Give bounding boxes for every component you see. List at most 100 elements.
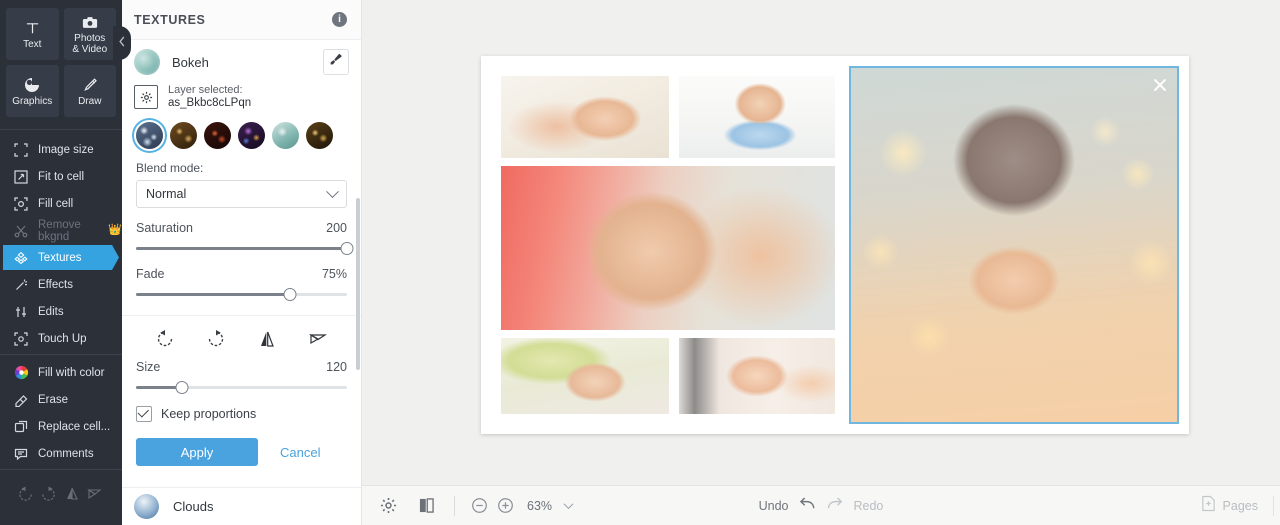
pages-group[interactable]: Pages (1201, 495, 1258, 517)
fade-header: Fade 75% (136, 267, 347, 281)
checkmark-icon (137, 406, 149, 418)
collapse-sidebar-button[interactable] (113, 26, 131, 60)
bokeh-red-swatch[interactable] (204, 122, 231, 149)
flip-vertical-icon[interactable] (64, 486, 82, 504)
sidebar-item-touch-up[interactable]: Touch Up (0, 325, 122, 352)
sidebar-item-fill-with-color[interactable]: Fill with color (0, 359, 122, 386)
sidebar-item-erase[interactable]: Erase (0, 386, 122, 413)
chevron-down-icon[interactable] (563, 499, 574, 510)
keep-proportions-label: Keep proportions (161, 407, 257, 421)
saturation-slider[interactable] (136, 241, 354, 255)
collage-cell-baby-green-towel[interactable] (501, 338, 669, 414)
collage-cell-baby-on-white[interactable] (501, 76, 669, 158)
flip-vertical-icon[interactable] (307, 328, 329, 350)
apply-button[interactable]: Apply (136, 438, 258, 466)
texture-thumbnail[interactable] (134, 49, 160, 75)
flip-horizontal-icon[interactable] (256, 328, 278, 350)
saturation-knob[interactable] (340, 242, 354, 255)
photo-editor-app: Text Photos & Video Graphics Draw Image … (0, 0, 1280, 525)
gear-icon[interactable] (378, 496, 398, 516)
undo-icon[interactable] (17, 486, 35, 504)
bokeh-violet-swatch[interactable] (238, 122, 265, 149)
add-page-icon[interactable] (1201, 495, 1216, 517)
page-title: TEXTURES (134, 12, 206, 27)
blend-mode-select[interactable]: Normal (136, 180, 347, 208)
graphics-icon (24, 76, 40, 95)
fade-knob[interactable] (283, 288, 297, 301)
sidebar-item-comments[interactable]: Comments (0, 440, 122, 467)
photo-baby-on-white (501, 76, 669, 158)
collage-cell-baby-knit-hat-selected[interactable] (849, 66, 1179, 424)
rail-tile-photos-video[interactable]: Photos & Video (63, 8, 116, 60)
close-icon[interactable] (1151, 76, 1169, 94)
photo-baby-blue-onesie (679, 76, 835, 158)
compare-panels-icon[interactable] (416, 496, 436, 516)
brush-button[interactable] (323, 49, 349, 75)
panel-action-row: Apply Cancel (122, 422, 361, 466)
photo-baby-pink-blanket (501, 166, 835, 330)
saturation-track-fill (136, 247, 347, 250)
saturation-label: Saturation (136, 221, 193, 235)
bokeh-teal-swatch[interactable] (272, 122, 299, 149)
bokeh-blue-swatch[interactable] (136, 122, 163, 149)
color-wheel-icon (13, 365, 29, 381)
sidebar-item-textures-label: Textures (38, 251, 82, 264)
zoom-out-icon[interactable] (471, 497, 488, 514)
zoom-controls: 63% (471, 497, 574, 514)
rotate-right-icon[interactable] (205, 328, 227, 350)
undo-label[interactable]: Undo (759, 499, 789, 513)
cancel-button[interactable]: Cancel (280, 445, 320, 460)
fit-to-cell-icon (13, 169, 29, 185)
redo-icon[interactable] (40, 486, 58, 504)
keep-proportions-checkbox[interactable] (136, 406, 152, 422)
sidebar-item-effects[interactable]: Effects (0, 271, 122, 298)
textures-panel: TEXTURES i Bokeh Layer selected: as_Bkbc… (122, 0, 362, 525)
collage-cell-baby-pink-blanket[interactable] (501, 166, 835, 330)
texture-clouds-row[interactable]: Clouds (122, 487, 361, 525)
sidebar-item-fit-to-cell[interactable]: Fit to cell (0, 163, 122, 190)
sidebar-item-effects-label: Effects (38, 278, 73, 291)
sidebar-item-remove-bkgnd[interactable]: Remove bkgnd 👑 (0, 217, 122, 244)
bokeh-gold-swatch[interactable] (170, 122, 197, 149)
size-slider[interactable] (136, 380, 347, 394)
keep-proportions-row[interactable]: Keep proportions (122, 396, 361, 422)
undo-arrow-icon[interactable] (798, 496, 817, 516)
redo-arrow-icon[interactable] (826, 496, 845, 516)
fade-slider[interactable] (136, 287, 347, 301)
photo-baby-tongue-out (679, 338, 835, 414)
rotate-left-icon[interactable] (154, 328, 176, 350)
collage-cell-baby-tongue-out[interactable] (679, 338, 835, 414)
rail-tile-text[interactable]: Text (6, 8, 59, 60)
rail-tile-photos-label: Photos & Video (72, 33, 108, 55)
sidebar-item-replace-cell[interactable]: Replace cell... (0, 413, 122, 440)
sidebar-item-edits[interactable]: Edits (0, 298, 122, 325)
zoom-in-icon[interactable] (497, 497, 514, 514)
redo-label[interactable]: Redo (854, 499, 884, 513)
collage-cell-baby-blue-onesie[interactable] (679, 76, 835, 158)
layer-selected-row: Layer selected: as_Bkbc8cLPqn (122, 80, 361, 120)
sidebar-item-fit-to-cell-label: Fit to cell (38, 170, 85, 183)
size-knob[interactable] (175, 381, 189, 394)
left-tool-rail: Text Photos & Video Graphics Draw Image … (0, 0, 131, 525)
sidebar-item-comments-label: Comments (38, 447, 94, 460)
info-icon[interactable]: i (332, 12, 347, 27)
sidebar-item-fill-cell[interactable]: Fill cell (0, 190, 122, 217)
eraser-icon (13, 392, 29, 408)
flip-horizontal-icon[interactable] (87, 486, 105, 504)
rail-tile-draw[interactable]: Draw (63, 65, 116, 117)
sidebar-item-textures[interactable]: Textures (0, 244, 122, 271)
rail-tile-graphics[interactable]: Graphics (6, 65, 59, 117)
brush-icon (329, 53, 343, 72)
sidebar-item-image-size[interactable]: Image size (0, 136, 122, 163)
layer-gear-icon (134, 85, 158, 109)
sidebar-item-remove-bkgnd-label: Remove bkgnd (38, 218, 81, 243)
layer-id: as_Bkbc8cLPqn (168, 97, 252, 109)
touch-up-icon (13, 331, 29, 347)
canvas-stage[interactable]: 63% Undo Redo Pages (362, 0, 1280, 525)
size-header: Size 120 (136, 360, 347, 374)
bokeh-amber-swatch[interactable] (306, 122, 333, 149)
rail-tile-graphics-label: Graphics (12, 95, 53, 107)
panel-scrollbar[interactable] (356, 198, 360, 370)
camera-icon (82, 13, 98, 32)
canvas-page (481, 56, 1189, 434)
